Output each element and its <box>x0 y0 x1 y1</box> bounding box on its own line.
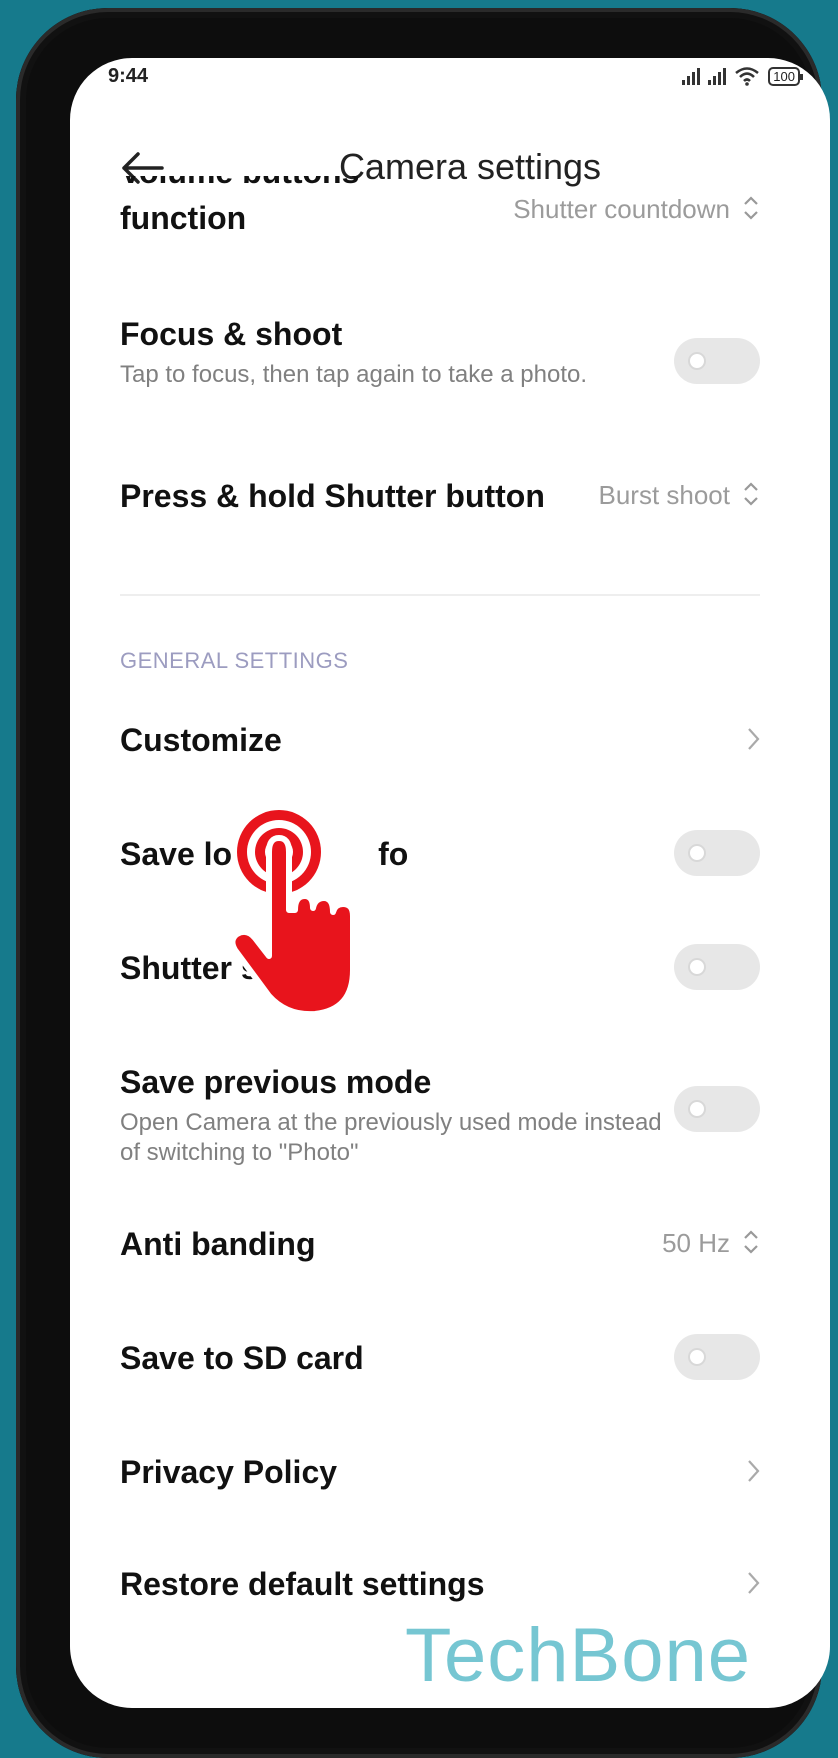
setting-privacy-policy[interactable]: Privacy Policy <box>120 1454 760 1504</box>
save-prev-mode-label: Save previous mode <box>120 1064 432 1100</box>
divider <box>120 594 760 596</box>
updown-chevron-icon <box>744 482 758 506</box>
shutter-sound-label: Shutter sound <box>120 950 337 986</box>
restore-label: Restore default settings <box>120 1566 485 1602</box>
setting-volume-buttons[interactable]: Volume buttons function Shutter countdow… <box>120 176 760 256</box>
toggle-knob <box>688 844 706 862</box>
chevron-right-icon <box>748 1572 760 1594</box>
save-sd-label: Save to SD card <box>120 1340 364 1376</box>
setting-save-sd[interactable]: Save to SD card <box>120 1334 760 1390</box>
phone-frame: 9:44 100 Camera settings Vo <box>16 8 830 1758</box>
setting-save-previous-mode[interactable]: Save previous mode Open Camera at the pr… <box>120 1064 760 1166</box>
toggle-knob <box>688 352 706 370</box>
signal-icon <box>682 67 701 85</box>
customize-label: Customize <box>120 722 282 758</box>
save-prev-mode-desc: Open Camera at the previously used mode … <box>120 1109 662 1166</box>
setting-press-hold[interactable]: Press & hold Shutter button Burst shoot <box>120 478 760 528</box>
volume-label: function <box>120 200 247 236</box>
volume-label-partial: Volume buttons <box>120 176 359 190</box>
chevron-right-icon <box>748 1460 760 1482</box>
save-location-label-right: fo <box>378 836 409 872</box>
setting-focus-shoot[interactable]: Focus & shoot Tap to focus, then tap aga… <box>120 316 760 426</box>
save-location-toggle[interactable] <box>674 830 760 876</box>
status-bar: 9:44 100 <box>70 58 830 98</box>
toggle-knob <box>688 1348 706 1366</box>
techbone-watermark: TechBone <box>405 1613 752 1698</box>
battery-icon: 100 <box>768 66 803 86</box>
focus-shoot-label: Focus & shoot <box>120 316 343 352</box>
toggle-knob <box>688 958 706 976</box>
status-icons: 100 <box>682 66 803 86</box>
volume-value: Shutter countdown <box>513 194 730 224</box>
screen: 9:44 100 Camera settings Vo <box>70 58 830 1708</box>
status-time: 9:44 <box>108 65 149 87</box>
setting-anti-banding[interactable]: Anti banding 50 Hz <box>120 1226 760 1276</box>
wifi-icon <box>735 67 760 86</box>
signal-icon <box>708 67 727 85</box>
save-prev-mode-toggle[interactable] <box>674 1086 760 1132</box>
focus-shoot-desc: Tap to focus, then tap again to take a p… <box>120 361 588 388</box>
save-location-label-left: Save lo <box>120 836 233 872</box>
shutter-sound-toggle[interactable] <box>674 944 760 990</box>
updown-chevron-icon <box>744 1230 758 1254</box>
setting-customize[interactable]: Customize <box>120 722 760 772</box>
setting-save-location[interactable]: Save lo fo <box>120 830 760 886</box>
setting-shutter-sound[interactable]: Shutter sound <box>120 944 760 1000</box>
setting-restore-defaults[interactable]: Restore default settings <box>120 1566 760 1616</box>
privacy-label: Privacy Policy <box>120 1454 338 1490</box>
press-hold-value: Burst shoot <box>598 480 730 510</box>
section-general-settings: GENERAL SETTINGS <box>120 648 349 673</box>
toggle-knob <box>688 1100 706 1118</box>
tap-hand-icon <box>229 810 356 1018</box>
chevron-right-icon <box>748 728 760 750</box>
focus-shoot-toggle[interactable] <box>674 338 760 384</box>
anti-banding-value: 50 Hz <box>662 1228 730 1258</box>
updown-chevron-icon <box>744 196 758 220</box>
save-sd-toggle[interactable] <box>674 1334 760 1380</box>
